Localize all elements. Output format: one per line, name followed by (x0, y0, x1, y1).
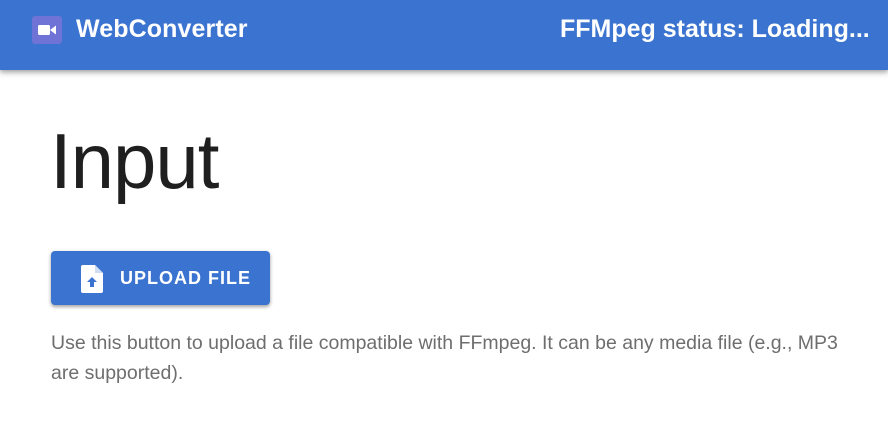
app-bar: WebConverter FFMpeg status: Loading... (0, 0, 888, 70)
description-line: are supported). (51, 362, 184, 384)
upload-description: Use this button to upload a file compati… (51, 328, 888, 388)
description-line: Use this button to upload a file compati… (51, 332, 838, 354)
file-upload-icon (81, 265, 103, 298)
video-camera-icon (32, 16, 62, 44)
ffmpeg-status: FFMpeg status: Loading... (560, 15, 870, 43)
upload-file-button[interactable]: UPLOAD FILE (51, 251, 270, 305)
upload-button-label: UPLOAD FILE (120, 268, 251, 288)
app-title: WebConverter (76, 15, 248, 43)
page-title: Input (50, 117, 219, 205)
